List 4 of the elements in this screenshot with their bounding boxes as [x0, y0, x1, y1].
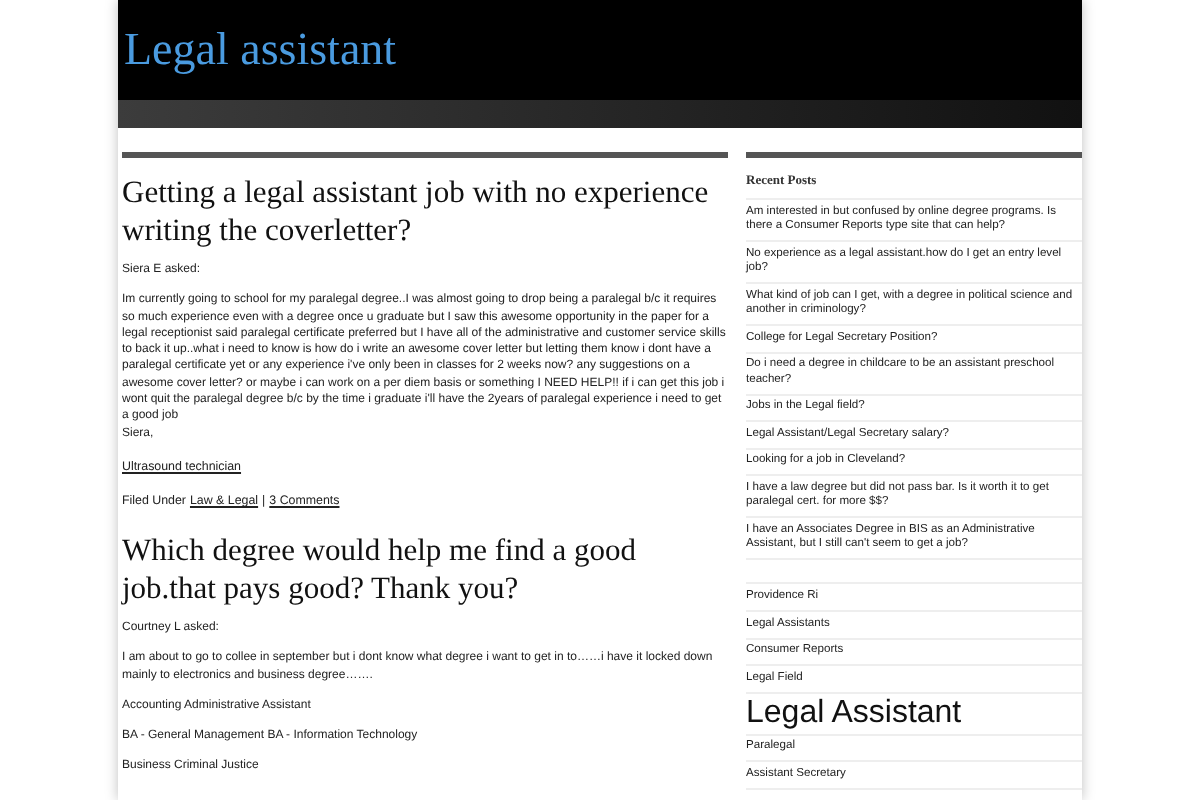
post-title[interactable]: Getting a legal assistant job with no experience writing the coverletter?	[122, 174, 728, 250]
site-title: Legal assistant	[124, 24, 397, 76]
sidebar-section-title: Legal Assistant	[746, 693, 1082, 736]
post-title[interactable]: Which degree would help me find a good job.that pays good? Thank you?	[122, 531, 728, 608]
